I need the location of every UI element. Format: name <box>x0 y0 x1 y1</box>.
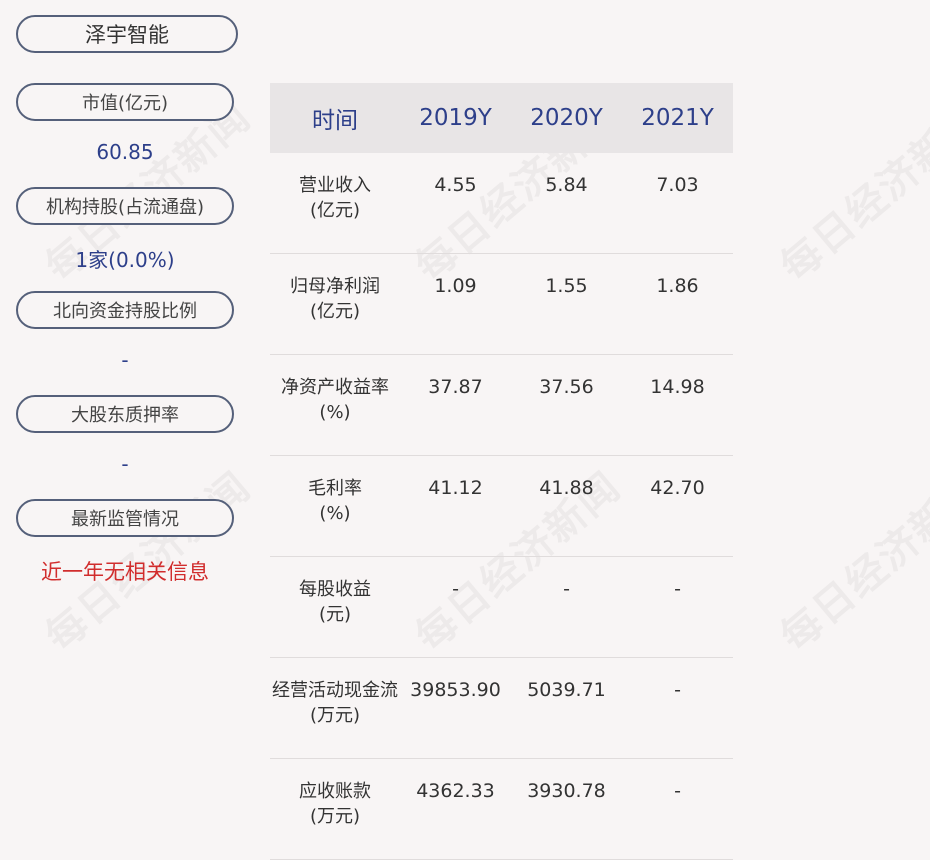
row-label: 毛利率 (%) <box>270 455 400 557</box>
cell-value: - <box>511 556 622 658</box>
row-label: 归母净利润 (亿元) <box>270 253 400 355</box>
header-2019: 2019Y <box>400 83 511 153</box>
cell-value: 1.86 <box>622 253 733 355</box>
cell-value: 41.88 <box>511 455 622 557</box>
cell-value: - <box>400 556 511 658</box>
watermark: 每日经济新闻 <box>772 93 930 291</box>
cell-value: - <box>622 556 733 658</box>
company-name: 泽宇智能 <box>16 15 238 53</box>
table-row: 营业收入 (亿元) 4.55 5.84 7.03 <box>270 153 733 254</box>
northbound-holding-label: 北向资金持股比例 <box>16 291 234 329</box>
northbound-holding-value: - <box>121 348 129 372</box>
table-row: 净资产收益率 (%) 37.87 37.56 14.98 <box>270 354 733 456</box>
row-label: 每股收益 (元) <box>270 556 400 658</box>
cell-value: 37.56 <box>511 354 622 456</box>
row-label: 营业收入 (亿元) <box>270 153 400 254</box>
financial-table: 时间 2019Y 2020Y 2021Y 营业收入 (亿元) 4.55 5.84 … <box>270 83 733 860</box>
cell-value: 4.55 <box>400 153 511 254</box>
table-row: 毛利率 (%) 41.12 41.88 42.70 <box>270 455 733 557</box>
pledge-ratio-value: - <box>121 452 129 476</box>
pledge-ratio-label: 大股东质押率 <box>16 395 234 433</box>
row-label: 净资产收益率 (%) <box>270 354 400 456</box>
row-label: 应收账款 (万元) <box>270 758 400 860</box>
cell-value: 4362.33 <box>400 758 511 860</box>
cell-value: 1.09 <box>400 253 511 355</box>
institution-holding-label: 机构持股(占流通盘) <box>16 187 234 225</box>
table-row: 应收账款 (万元) 4362.33 3930.78 - <box>270 758 733 860</box>
market-cap-value: 60.85 <box>96 140 154 164</box>
table-row: 经营活动现金流 (万元) 39853.90 5039.71 - <box>270 657 733 759</box>
cell-value: 42.70 <box>622 455 733 557</box>
cell-value: 7.03 <box>622 153 733 254</box>
table-row: 归母净利润 (亿元) 1.09 1.55 1.86 <box>270 253 733 355</box>
cell-value: 14.98 <box>622 354 733 456</box>
table-row: 每股收益 (元) - - - <box>270 556 733 658</box>
header-2021: 2021Y <box>622 83 733 153</box>
table-header-row: 时间 2019Y 2020Y 2021Y <box>270 83 733 153</box>
market-cap-label: 市值(亿元) <box>16 83 234 121</box>
cell-value: 41.12 <box>400 455 511 557</box>
row-label: 经营活动现金流 (万元) <box>270 657 400 759</box>
watermark: 每日经济新闻 <box>772 463 930 661</box>
header-2020: 2020Y <box>511 83 622 153</box>
cell-value: 5.84 <box>511 153 622 254</box>
cell-value: - <box>622 758 733 860</box>
institution-holding-value: 1家(0.0%) <box>75 248 175 272</box>
supervision-label: 最新监管情况 <box>16 499 234 537</box>
supervision-value: 近一年无相关信息 <box>41 560 209 584</box>
header-time: 时间 <box>270 83 400 153</box>
cell-value: 1.55 <box>511 253 622 355</box>
cell-value: 5039.71 <box>511 657 622 759</box>
cell-value: 37.87 <box>400 354 511 456</box>
cell-value: - <box>622 657 733 759</box>
cell-value: 3930.78 <box>511 758 622 860</box>
cell-value: 39853.90 <box>400 657 511 759</box>
